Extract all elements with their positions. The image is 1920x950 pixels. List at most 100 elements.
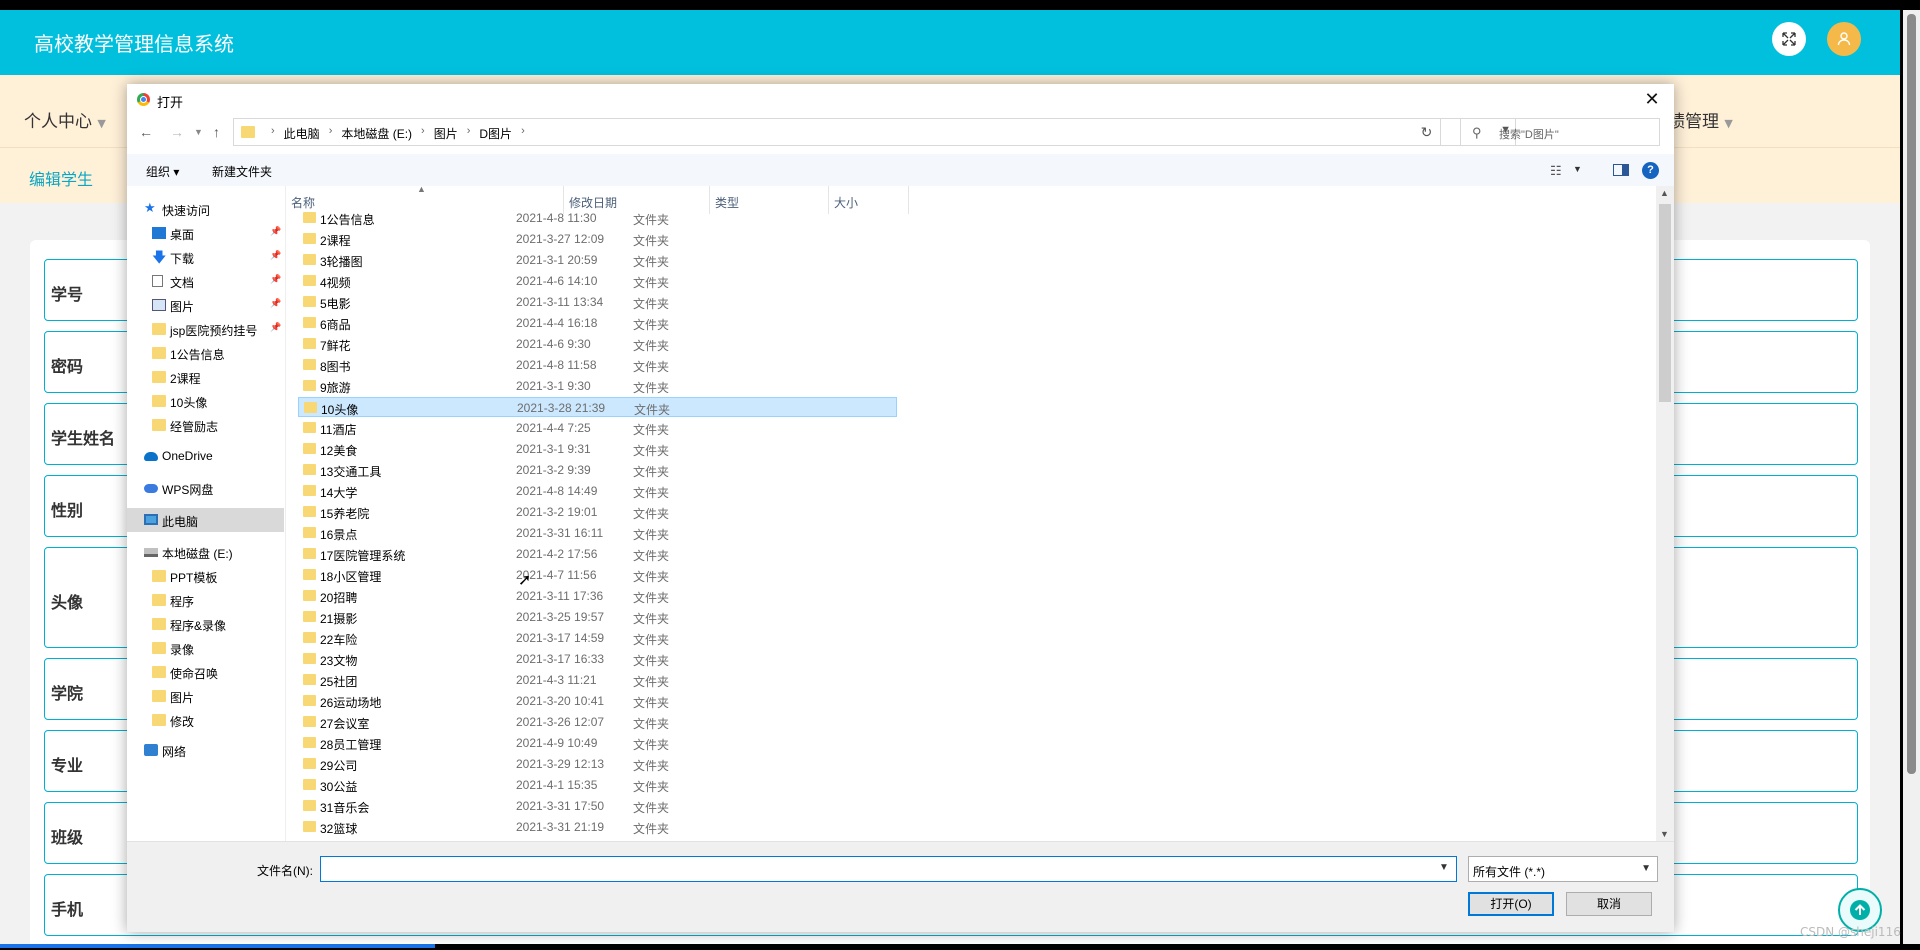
file-modified-date: 2021-3-1 9:30 [516, 379, 591, 393]
file-row[interactable]: 25社团 2021-4-3 11:21 文件夹 [298, 670, 897, 690]
file-row[interactable]: 20招聘 2021-3-11 17:36 文件夹 [298, 586, 897, 606]
breadcrumb-item[interactable]: 此电脑 [284, 125, 320, 142]
search-input[interactable]: ⚲ 搜索"D图片" [1460, 118, 1660, 146]
file-row[interactable]: 13交通工具 2021-3-2 9:39 文件夹 [298, 460, 897, 480]
organize-button[interactable]: 组织 ▾ [146, 163, 179, 180]
page-scrollbar[interactable] [1903, 10, 1920, 944]
nav-pane-item[interactable]: 文档 📌 [127, 269, 284, 293]
nav-pane-item[interactable]: 1公告信息 [127, 341, 284, 365]
file-type: 文件夹 [633, 612, 670, 626]
nav-pane-item[interactable]: OneDrive [127, 444, 284, 468]
preview-pane-icon[interactable] [1613, 164, 1629, 176]
file-row[interactable]: 18小区管理 2021-4-7 11:56 文件夹 [298, 565, 897, 585]
file-row[interactable]: 17医院管理系统 2021-4-2 17:56 文件夹 [298, 544, 897, 564]
column-divider[interactable] [908, 186, 909, 214]
nav-pane-item[interactable]: 修改 [127, 708, 284, 732]
file-row[interactable]: 7鲜花 2021-4-6 9:30 文件夹 [298, 334, 897, 354]
nav-pane-item[interactable]: WPS网盘 [127, 476, 284, 500]
page-scrollbar-thumb[interactable] [1907, 14, 1916, 774]
breadcrumb-separator-icon[interactable]: › [521, 125, 525, 142]
fullscreen-button[interactable] [1772, 22, 1806, 56]
new-folder-button[interactable]: 新建文件夹 [212, 163, 272, 180]
file-row[interactable]: 1公告信息 2021-4-8 11:30 文件夹 [298, 208, 897, 228]
nav-pane-item[interactable]: 程序 [127, 588, 284, 612]
scrollbar-thumb[interactable] [1659, 204, 1671, 402]
filename-input[interactable] [320, 856, 1457, 882]
file-row[interactable]: 5电影 2021-3-11 13:34 文件夹 [298, 292, 897, 312]
nav-pane-item[interactable]: 2课程 [127, 365, 284, 389]
nav-pane-item[interactable]: 图片 📌 [127, 293, 284, 317]
form-label: 班级 [51, 828, 84, 847]
file-row[interactable]: 14大学 2021-4-8 14:49 文件夹 [298, 481, 897, 501]
nav-pane-item[interactable]: jsp医院预约挂号 📌 [127, 317, 284, 341]
scroll-up-icon[interactable]: ▲ [1660, 188, 1669, 198]
refresh-button[interactable]: ↻ [1413, 118, 1441, 146]
nav-grade-management[interactable]: 绩管理 ▼ [1668, 107, 1733, 132]
breadcrumb-separator-icon[interactable]: › [421, 125, 425, 142]
breadcrumb-item[interactable]: 本地磁盘 (E:) [341, 125, 412, 142]
file-row[interactable]: 21摄影 2021-3-25 19:57 文件夹 [298, 607, 897, 627]
nav-pane-item[interactable]: 经管励志 [127, 413, 284, 437]
breadcrumb-separator-icon[interactable]: › [467, 125, 471, 142]
nav-pane-item[interactable]: 录像 [127, 636, 284, 660]
file-row[interactable]: 15养老院 2021-3-2 19:01 文件夹 [298, 502, 897, 522]
view-dropdown-icon[interactable]: ▼ [1573, 164, 1582, 174]
nav-pane-item[interactable]: 使命召唤 [127, 660, 284, 684]
file-list-scrollbar[interactable]: ▲ ▼ [1656, 186, 1674, 841]
file-row[interactable]: 28员工管理 2021-4-9 10:49 文件夹 [298, 733, 897, 753]
nav-pane-item[interactable]: 图片 [127, 684, 284, 708]
file-row[interactable]: 10头像 2021-3-28 21:39 文件夹 [298, 397, 897, 417]
user-avatar-button[interactable] [1827, 22, 1861, 56]
breadcrumb-item[interactable]: 图片 [434, 125, 458, 142]
form-label: 学生姓名 [51, 429, 116, 448]
nav-pane-item[interactable]: ★ 快速访问 [127, 197, 284, 221]
folder-icon [303, 422, 316, 433]
file-row[interactable]: 12美食 2021-3-1 9:31 文件夹 [298, 439, 897, 459]
recent-locations-chevron-icon[interactable]: ▼ [194, 127, 203, 137]
file-row[interactable]: 30公益 2021-4-1 15:35 文件夹 [298, 775, 897, 795]
file-row[interactable]: 8图书 2021-4-8 11:58 文件夹 [298, 355, 897, 375]
scroll-down-icon[interactable]: ▼ [1660, 829, 1669, 839]
file-row[interactable]: 29公司 2021-3-29 12:13 文件夹 [298, 754, 897, 774]
nav-personal-center[interactable]: 个人中心 ▼ [24, 107, 106, 132]
edit-student-link[interactable]: 编辑学生 [29, 166, 93, 190]
nav-pane-item[interactable]: 🡇 下载 📌 [127, 245, 284, 269]
breadcrumb-item[interactable]: D图片 [479, 125, 512, 142]
file-row[interactable]: 6商品 2021-4-4 16:18 文件夹 [298, 313, 897, 333]
file-row[interactable]: 23文物 2021-3-17 16:33 文件夹 [298, 649, 897, 669]
nav-pane-item[interactable]: PPT模板 [127, 564, 284, 588]
nav-pane-item[interactable]: 桌面 📌 [127, 221, 284, 245]
back-arrow-icon[interactable]: ← [139, 124, 153, 140]
file-row[interactable]: 22车险 2021-3-17 14:59 文件夹 [298, 628, 897, 648]
file-row[interactable]: 2课程 2021-3-27 12:09 文件夹 [298, 229, 897, 249]
view-options-icon[interactable]: ☷ [1550, 163, 1562, 179]
file-type-select[interactable]: 所有文件 (*.*) ▼ [1468, 856, 1658, 882]
file-row[interactable]: 3轮播图 2021-3-1 20:59 文件夹 [298, 250, 897, 270]
nav-pane-item[interactable]: 网络 [127, 738, 284, 762]
open-button[interactable]: 打开(O) [1468, 892, 1554, 916]
file-row[interactable]: 11酒店 2021-4-4 7:25 文件夹 [298, 418, 897, 438]
nav-pane-item[interactable]: 此电脑 [127, 508, 284, 532]
file-row[interactable]: 27会议室 2021-3-26 12:07 文件夹 [298, 712, 897, 732]
breadcrumb-separator-icon[interactable]: › [271, 125, 275, 142]
file-type: 文件夹 [633, 339, 670, 353]
close-button[interactable]: ✕ [1638, 87, 1666, 111]
file-row[interactable]: 16景点 2021-3-31 16:11 文件夹 [298, 523, 897, 543]
cancel-button[interactable]: 取消 [1566, 892, 1652, 916]
help-icon[interactable]: ? [1642, 162, 1659, 179]
file-row[interactable]: 32篮球 2021-3-31 21:19 文件夹 [298, 817, 897, 837]
breadcrumb-separator-icon[interactable]: › [329, 125, 333, 142]
filename-dropdown-icon[interactable]: ▼ [1439, 862, 1449, 873]
file-row[interactable]: 9旅游 2021-3-1 9:30 文件夹 [298, 376, 897, 396]
nav-pane-item[interactable]: 本地磁盘 (E:) [127, 540, 284, 564]
file-row[interactable]: 31音乐会 2021-3-31 17:50 文件夹 [298, 796, 897, 816]
forward-arrow-icon[interactable]: → [170, 124, 184, 140]
nav-pane-item-label: 桌面 [170, 228, 195, 242]
nav-pane-item[interactable]: 10头像 [127, 389, 284, 413]
file-name: 12美食 [320, 444, 358, 458]
nav-pane-item[interactable]: 程序&录像 [127, 612, 284, 636]
up-arrow-icon[interactable]: ↑ [213, 124, 220, 140]
file-row[interactable]: 26运动场地 2021-3-20 10:41 文件夹 [298, 691, 897, 711]
file-row[interactable]: 4视频 2021-4-6 14:10 文件夹 [298, 271, 897, 291]
address-bar[interactable]: › 此电脑 › 本地磁盘 (E:) › 图片 › D图片 › ▼ [233, 118, 1516, 146]
